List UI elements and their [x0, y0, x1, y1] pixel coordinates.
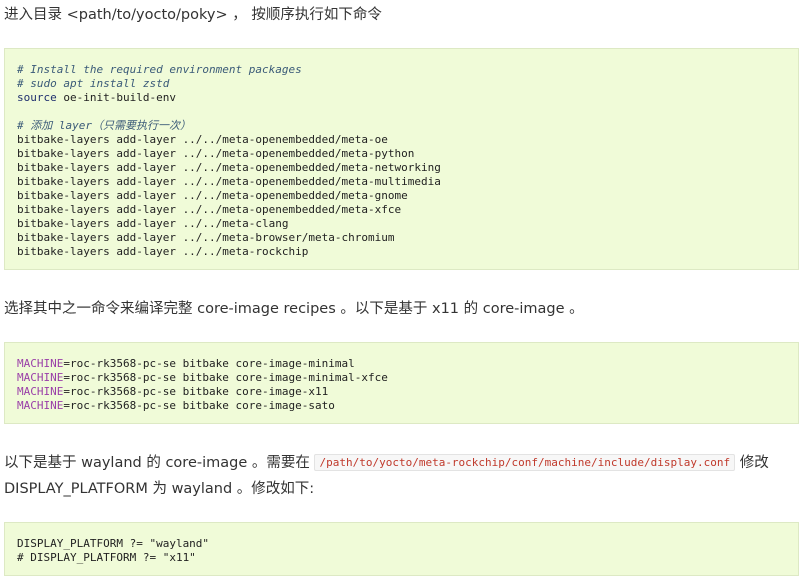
code-line: bitbake-layers add-layer ../../meta-open…: [17, 203, 402, 216]
code-block-build[interactable]: MACHINE=roc-rk3568-pc-se bitbake core-im…: [4, 342, 799, 424]
code-line: bitbake-layers add-layer ../../meta-clan…: [17, 217, 289, 230]
code-line: MACHINE=roc-rk3568-pc-se bitbake core-im…: [17, 371, 798, 385]
code-text: oe-init-build-env: [56, 91, 176, 104]
code-line: MACHINE=roc-rk3568-pc-se bitbake core-im…: [17, 385, 798, 399]
code-variable: MACHINE: [17, 385, 64, 398]
code-line: bitbake-layers add-layer ../../meta-open…: [17, 189, 408, 202]
code-variable: MACHINE: [17, 371, 64, 384]
code-keyword: source: [17, 91, 57, 104]
wayland-paragraph: 以下是基于 wayland 的 core-image 。需要在 /path/to…: [4, 450, 800, 502]
code-line-source: source oe-init-build-env: [17, 91, 798, 105]
wayland-text-line2: DISPLAY_PLATFORM 为 wayland 。修改如下:: [4, 481, 315, 497]
code-line: DISPLAY_PLATFORM ?= "wayland": [17, 537, 210, 550]
inline-code-path: /path/to/yocto/meta-rockchip/conf/machin…: [314, 454, 736, 471]
code-variable: MACHINE: [17, 399, 64, 412]
code-line: # DISPLAY_PLATFORM ?= "x11": [17, 551, 196, 564]
intro-text: 进入目录 <path/to/yocto/poky> ， 按顺序执行如下命令: [4, 7, 382, 23]
code-text: =roc-rk3568-pc-se bitbake core-image-sat…: [63, 399, 335, 412]
code-line: MACHINE=roc-rk3568-pc-se bitbake core-im…: [17, 399, 798, 413]
wayland-text-after: 修改: [735, 455, 769, 471]
code-line: bitbake-layers add-layer ../../meta-rock…: [17, 245, 309, 258]
code-line: bitbake-layers add-layer ../../meta-open…: [17, 147, 415, 160]
code-block-setup[interactable]: # Install the required environment packa…: [4, 48, 799, 270]
intro-paragraph: 进入目录 <path/to/yocto/poky> ， 按顺序执行如下命令: [4, 2, 800, 28]
build-paragraph: 选择其中之一命令来编译完整 core-image recipes 。以下是基于 …: [4, 296, 800, 322]
code-line: bitbake-layers add-layer ../../meta-open…: [17, 133, 388, 146]
code-variable: MACHINE: [17, 357, 64, 370]
code-text: =roc-rk3568-pc-se bitbake core-image-x11: [63, 385, 329, 398]
document-page: { "para1": { "text": "进入目录 <path/to/yoct…: [0, 0, 800, 580]
code-comment: # sudo apt install zstd: [17, 77, 170, 90]
code-text: =roc-rk3568-pc-se bitbake core-image-min…: [63, 371, 388, 384]
code-comment: # 添加 layer（只需要执行一次）: [17, 119, 191, 132]
wayland-text-before: 以下是基于 wayland 的 core-image 。需要在: [4, 455, 315, 471]
code-line: bitbake-layers add-layer ../../meta-open…: [17, 175, 441, 188]
code-block-display[interactable]: DISPLAY_PLATFORM ?= "wayland" # DISPLAY_…: [4, 522, 799, 576]
code-comment: # Install the required environment packa…: [17, 63, 302, 76]
code-line: bitbake-layers add-layer ../../meta-open…: [17, 161, 441, 174]
code-line: bitbake-layers add-layer ../../meta-brow…: [17, 231, 395, 244]
build-text: 选择其中之一命令来编译完整 core-image recipes 。以下是基于 …: [4, 301, 584, 317]
code-text: =roc-rk3568-pc-se bitbake core-image-min…: [63, 357, 355, 370]
code-line: MACHINE=roc-rk3568-pc-se bitbake core-im…: [17, 357, 798, 371]
